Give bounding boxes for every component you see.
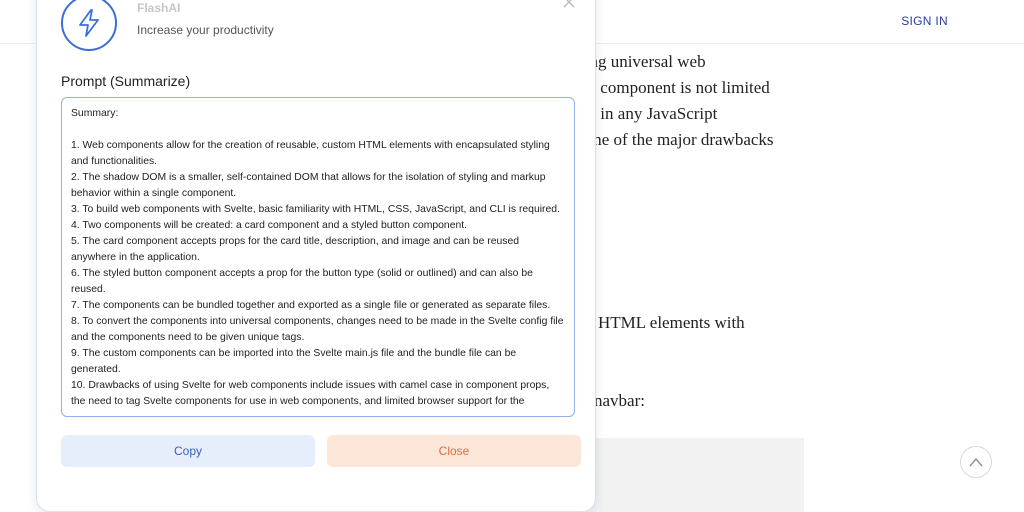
article-code-block: [572, 438, 804, 512]
dialog-close-button[interactable]: [563, 0, 575, 8]
brand-name: FlashAI: [137, 1, 181, 15]
summary-line: Summary:: [71, 108, 119, 119]
chevron-up-icon: [969, 457, 983, 467]
flashai-logo: [61, 0, 117, 51]
summary-blank-line: [71, 122, 565, 138]
summary-line: 9. The custom components can be imported…: [71, 348, 517, 375]
summary-line: 8. To convert the components into univer…: [71, 316, 564, 343]
summary-line: 3. To build web components with Svelte, …: [71, 204, 560, 215]
sign-in-link[interactable]: SIGN IN: [901, 14, 948, 28]
summary-line: 4. Two components will be created: a car…: [71, 220, 468, 231]
close-button[interactable]: Close: [327, 435, 581, 467]
close-icon: [563, 0, 575, 8]
summary-line: 2. The shadow DOM is a smaller, self-con…: [71, 172, 546, 199]
article-text-line: ed in any JavaScript: [580, 104, 718, 123]
article-text-line: HTML elements with: [598, 313, 745, 332]
article-text-line: ome of the major drawbacks: [580, 130, 774, 149]
summary-line: 10. Drawbacks of using Svelte for web co…: [71, 380, 550, 407]
scroll-to-top-button[interactable]: [960, 446, 992, 478]
article-text-line: he component is not limited: [580, 78, 770, 97]
summary-line: 7. The components can be bundled togethe…: [71, 300, 551, 311]
article-text-line: navbar:: [594, 391, 645, 410]
article-text-line: ting universal web: [580, 52, 706, 71]
prompt-label: Prompt (Summarize): [61, 73, 191, 89]
flashai-dialog: FlashAI Increase your productivity Promp…: [36, 0, 596, 512]
lightning-bolt-icon: [79, 9, 99, 37]
copy-button[interactable]: Copy: [61, 435, 315, 467]
brand-tagline: Increase your productivity: [137, 23, 274, 37]
summary-textarea[interactable]: Summary: 1. Web components allow for the…: [61, 97, 575, 417]
summary-line: 1. Web components allow for the creation…: [71, 140, 550, 167]
summary-line: 5. The card component accepts props for …: [71, 236, 520, 263]
summary-line: 6. The styled button component accepts a…: [71, 268, 533, 295]
